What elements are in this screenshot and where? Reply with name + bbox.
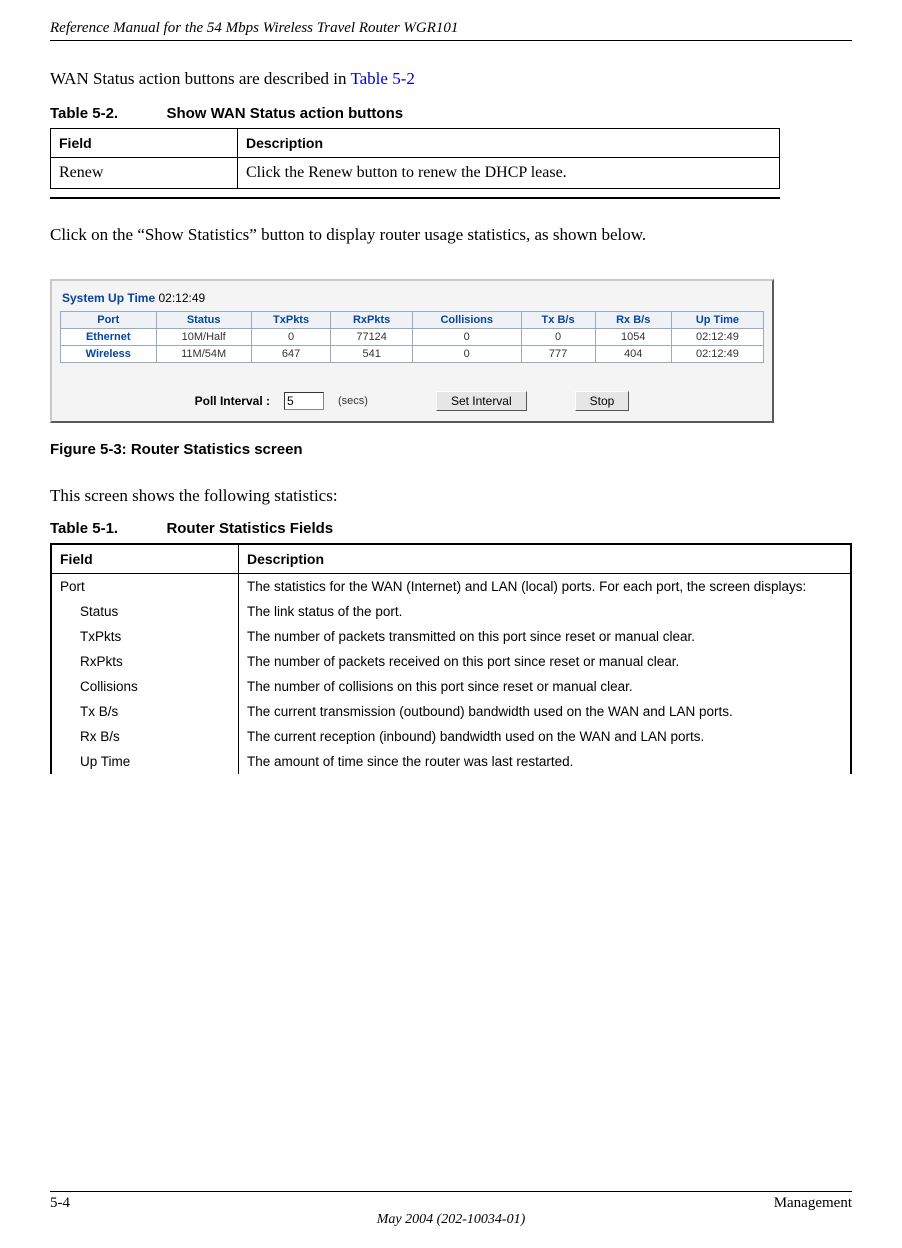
td-desc: Click the Renew button to renew the DHCP… (238, 158, 780, 189)
col-cell: 0 (412, 346, 521, 363)
desc-cell: The current transmission (outbound) band… (239, 699, 852, 724)
intro-wan-buttons: WAN Status action buttons are described … (50, 69, 852, 89)
table-row: CollisionsThe number of collisions on th… (51, 674, 851, 699)
th-desc: Description (238, 129, 780, 158)
txb-cell: 777 (521, 346, 595, 363)
field-cell: Status (51, 599, 239, 624)
rx-cell: 541 (331, 346, 413, 363)
th-rxbs: Rx B/s (595, 312, 671, 329)
page-header: Reference Manual for the 54 Mbps Wireles… (50, 20, 852, 41)
field-cell: TxPkts (51, 624, 239, 649)
tx-cell: 0 (251, 329, 331, 346)
port-cell[interactable]: Ethernet (61, 329, 157, 346)
table-row: RxPktsThe number of packets received on … (51, 649, 851, 674)
desc-cell: The link status of the port. (239, 599, 852, 624)
th-uptime: Up Time (671, 312, 763, 329)
up-cell: 02:12:49 (671, 346, 763, 363)
table-row: Ethernet10M/Half07712400105402:12:49 (61, 329, 764, 346)
th-port: Port (61, 312, 157, 329)
set-interval-button[interactable]: Set Interval (436, 391, 527, 411)
stop-button[interactable]: Stop (575, 391, 630, 411)
rx-cell: 77124 (331, 329, 413, 346)
footer-date: May 2004 (202-10034-01) (50, 1212, 852, 1228)
system-up-time-value: 02:12:49 (159, 291, 206, 305)
table-row: StatusThe link status of the port. (51, 599, 851, 624)
system-up-time: System Up Time 02:12:49 (60, 287, 764, 311)
page-footer: 5-4 Management May 2004 (202-10034-01) (50, 1191, 852, 1228)
table-row: Up TimeThe amount of time since the rout… (51, 749, 851, 774)
poll-interval-label: Poll Interval : (195, 394, 270, 408)
table-row: TxPktsThe number of packets transmitted … (51, 624, 851, 649)
intro-statistics-fields: This screen shows the following statisti… (50, 486, 852, 506)
table-row: Wireless11M/54M647541077740402:12:49 (61, 346, 764, 363)
secs-label: (secs) (338, 395, 368, 407)
up-cell: 02:12:49 (671, 329, 763, 346)
th51-field: Field (51, 544, 239, 574)
system-up-time-label: System Up Time (62, 291, 155, 305)
statistics-table: Port Status TxPkts RxPkts Collisions Tx … (60, 311, 764, 363)
link-table-5-2[interactable]: Table 5-2 (350, 69, 414, 88)
port-cell[interactable]: Wireless (61, 346, 157, 363)
field-cell: Rx B/s (51, 724, 239, 749)
rxb-cell: 1054 (595, 329, 671, 346)
table-5-2: Field Description Renew Click the Renew … (50, 128, 780, 189)
footer-page-num: 5-4 (50, 1195, 70, 1212)
field-cell: Port (51, 574, 239, 600)
th-txpkts: TxPkts (251, 312, 331, 329)
th-collisions: Collisions (412, 312, 521, 329)
td-field: Renew (51, 158, 238, 189)
table-5-2-bottom-rule (50, 197, 780, 199)
table-5-2-title: Show WAN Status action buttons (166, 105, 403, 122)
desc-cell: The number of packets received on this p… (239, 649, 852, 674)
field-cell: RxPkts (51, 649, 239, 674)
th-field: Field (51, 129, 238, 158)
desc-cell: The current reception (inbound) bandwidt… (239, 724, 852, 749)
field-cell: Collisions (51, 674, 239, 699)
desc-cell: The number of collisions on this port si… (239, 674, 852, 699)
table-5-1-num: Table 5-1. (50, 520, 118, 537)
intro-prefix: WAN Status action buttons are described … (50, 69, 350, 88)
field-cell: Up Time (51, 749, 239, 774)
router-statistics-screenshot: System Up Time 02:12:49 Port Status TxPk… (50, 279, 774, 423)
table-5-1-caption: Table 5-1. Router Statistics Fields (50, 520, 852, 537)
rxb-cell: 404 (595, 346, 671, 363)
th-rxpkts: RxPkts (331, 312, 413, 329)
col-cell: 0 (412, 329, 521, 346)
table-5-1-title: Router Statistics Fields (166, 520, 333, 537)
txb-cell: 0 (521, 329, 595, 346)
th-txbs: Tx B/s (521, 312, 595, 329)
status-cell: 10M/Half (156, 329, 251, 346)
desc-cell: The number of packets transmitted on thi… (239, 624, 852, 649)
table-row: PortThe statistics for the WAN (Internet… (51, 574, 851, 600)
desc-cell: The amount of time since the router was … (239, 749, 852, 774)
figure-5-3-caption: Figure 5-3: Router Statistics screen (50, 441, 852, 458)
status-cell: 11M/54M (156, 346, 251, 363)
poll-interval-input[interactable] (284, 392, 324, 410)
tx-cell: 647 (251, 346, 331, 363)
footer-section: Management (774, 1195, 852, 1212)
table-row: Rx B/sThe current reception (inbound) ba… (51, 724, 851, 749)
th-status: Status (156, 312, 251, 329)
table-5-2-num: Table 5-2. (50, 105, 118, 122)
field-cell: Tx B/s (51, 699, 239, 724)
desc-cell: The statistics for the WAN (Internet) an… (239, 574, 852, 600)
th51-desc: Description (239, 544, 852, 574)
table-row: Tx B/sThe current transmission (outbound… (51, 699, 851, 724)
table-5-2-caption: Table 5-2. Show WAN Status action button… (50, 105, 852, 122)
intro-show-statistics: Click on the “Show Statistics” button to… (50, 225, 852, 245)
table-5-1: Field Description PortThe statistics for… (50, 543, 852, 774)
